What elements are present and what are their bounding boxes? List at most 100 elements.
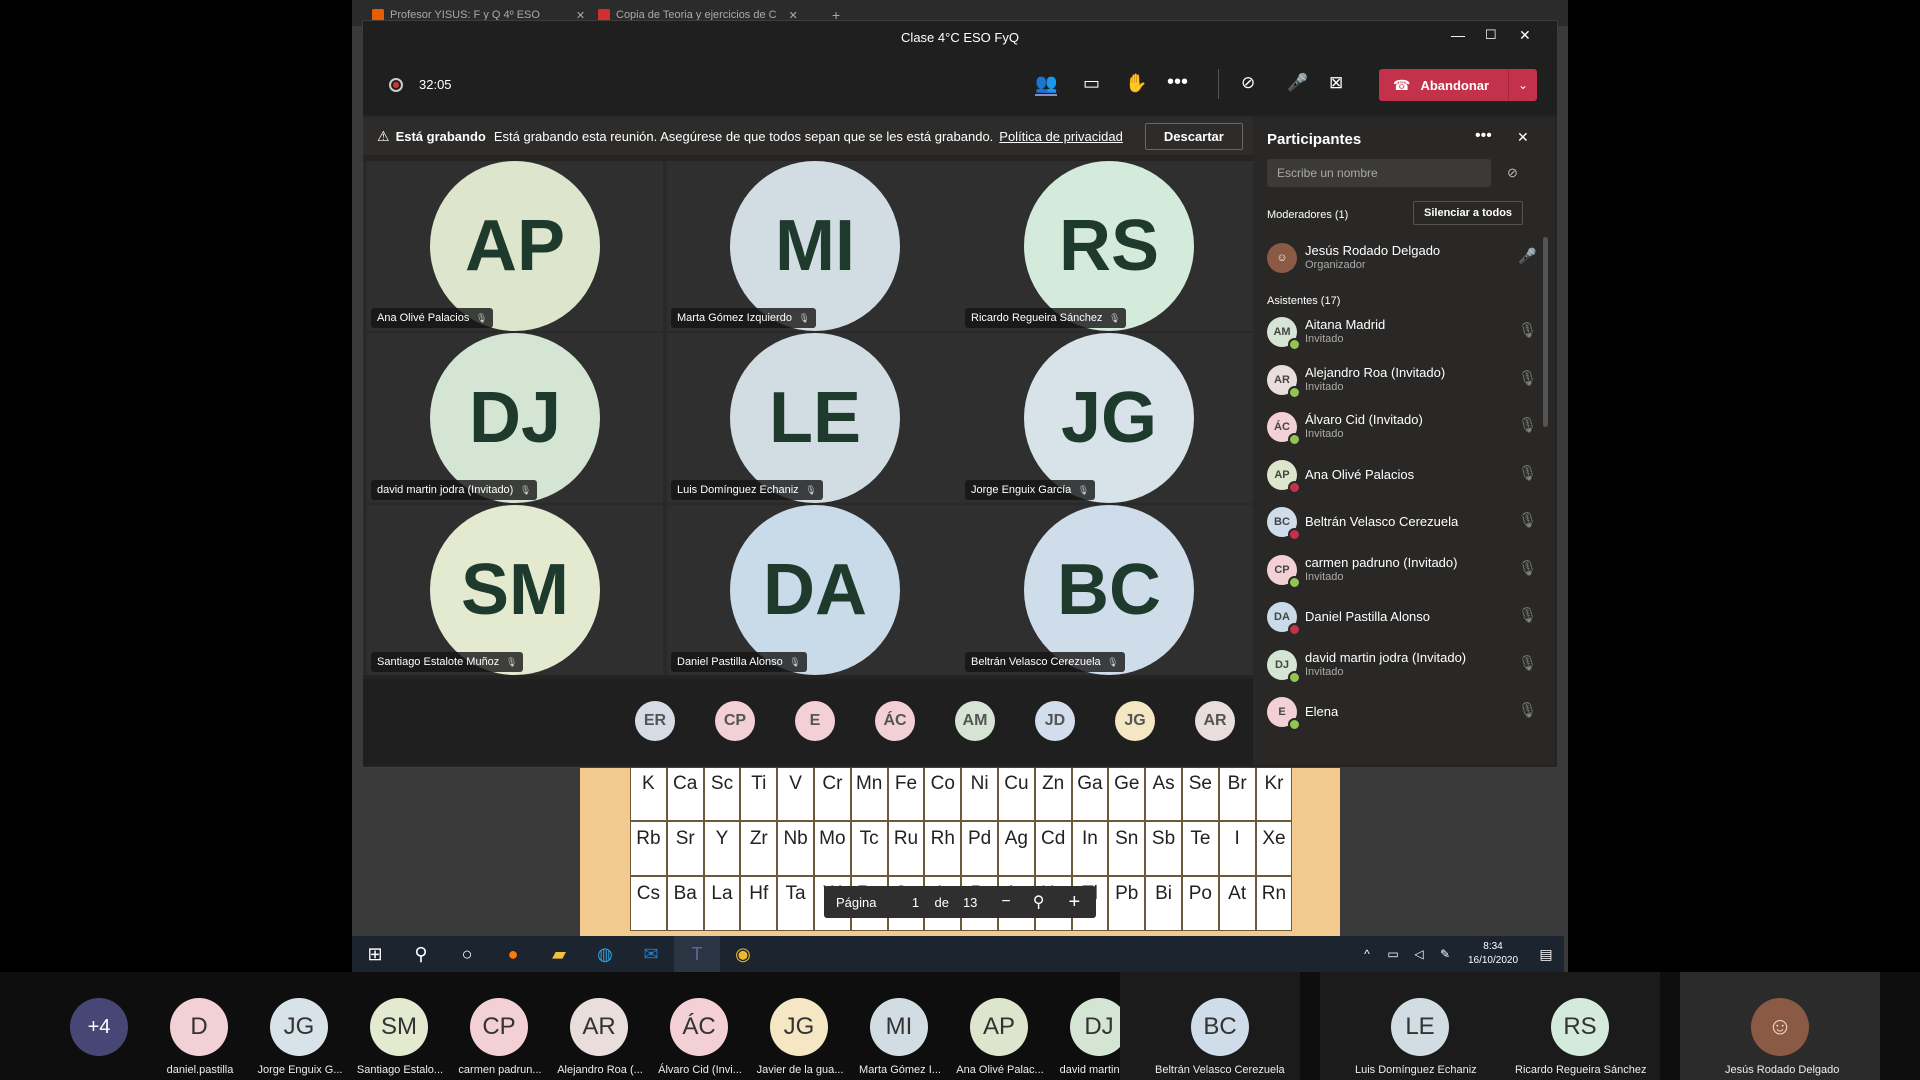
participant-name-tag: Jorge Enguix García 🎙 bbox=[965, 480, 1096, 500]
clock[interactable]: 8:34 16/10/2020 bbox=[1458, 940, 1528, 968]
element-cell: V bbox=[777, 766, 814, 821]
search-input[interactable]: Escribe un nombre bbox=[1267, 159, 1491, 187]
element-symbol: Ag bbox=[1004, 828, 1028, 849]
element-cell: Sb bbox=[1145, 821, 1182, 876]
muted-microphone-icon[interactable]: 🎙 bbox=[1518, 511, 1537, 529]
close-panel-icon[interactable]: ✕ bbox=[1517, 129, 1529, 146]
avatar[interactable]: JG bbox=[1115, 701, 1155, 741]
muted-microphone-icon: 🎙 bbox=[1075, 485, 1090, 495]
video-tile[interactable]: LE Luis Domínguez Echaniz 🎙 bbox=[667, 333, 963, 503]
avatar[interactable]: ÁC bbox=[875, 701, 915, 741]
page-total: 13 bbox=[962, 894, 978, 910]
pen-icon[interactable]: ✎ bbox=[1432, 936, 1458, 972]
muted-microphone-icon[interactable]: 🎙 bbox=[1518, 701, 1537, 719]
strip-participant[interactable]: LE Luis Domínguez Echaniz bbox=[1320, 972, 1500, 1080]
teams-icon[interactable]: T bbox=[674, 936, 720, 972]
microphone-icon[interactable]: 🎤 bbox=[1287, 73, 1308, 93]
share-screen-icon[interactable]: ⊠ bbox=[1329, 73, 1343, 93]
strip-participant[interactable]: ☺ Jesús Rodado Delgado bbox=[1680, 972, 1880, 1080]
page-label: Página bbox=[836, 894, 877, 910]
more-options-icon[interactable]: ••• bbox=[1475, 127, 1492, 145]
participant-row[interactable]: AR Alejandro Roa (Invitado) Invitado 🎙 bbox=[1267, 357, 1537, 403]
more-options-icon[interactable]: ••• bbox=[1167, 71, 1188, 94]
cortana-icon[interactable]: ○ bbox=[444, 936, 490, 972]
avatar[interactable]: JD bbox=[1035, 701, 1075, 741]
zoom-out-icon[interactable]: − bbox=[1001, 893, 1010, 911]
participant-name: Santiago Estalote Muñoz bbox=[377, 656, 500, 668]
participant-name: david martin jodra (Invitado) bbox=[377, 484, 514, 496]
participant-row[interactable]: ÁC Álvaro Cid (Invitado) Invitado 🎙 bbox=[1267, 404, 1537, 450]
participant-name-tag: Ricardo Regueira Sánchez 🎙 bbox=[965, 308, 1127, 328]
video-tile[interactable]: SM Santiago Estalote Muñoz 🎙 bbox=[367, 505, 663, 675]
mail-icon[interactable]: ✉ bbox=[628, 936, 674, 972]
element-cell: Sr bbox=[666, 821, 704, 876]
video-tile[interactable]: AP Ana Olivé Palacios 🎙 bbox=[367, 161, 663, 331]
search-icon[interactable]: ⚲ bbox=[398, 936, 444, 972]
attendees-header[interactable]: Asistentes (17) bbox=[1267, 295, 1340, 307]
video-tile[interactable]: MI Marta Gómez Izquierdo 🎙 bbox=[667, 161, 963, 331]
share-invite-icon[interactable]: ⊘ bbox=[1507, 165, 1518, 181]
participant-row[interactable]: AM Aitana Madrid Invitado 🎙 bbox=[1267, 309, 1537, 355]
muted-microphone-icon[interactable]: 🎙 bbox=[1518, 559, 1537, 577]
participant-row[interactable]: CP carmen padruno (Invitado) Invitado 🎙 bbox=[1267, 547, 1537, 593]
maximize-icon[interactable]: ☐ bbox=[1485, 27, 1497, 43]
muted-microphone-icon[interactable]: 🎙 bbox=[1518, 416, 1537, 434]
participant-name-tag: Santiago Estalote Muñoz 🎙 bbox=[371, 652, 524, 672]
chevron-down-icon[interactable]: ⌄ bbox=[1508, 69, 1537, 101]
participant-row[interactable]: AP Ana Olivé Palacios 🎙 bbox=[1267, 452, 1537, 498]
video-tile[interactable]: DA Daniel Pastilla Alonso 🎙 bbox=[667, 505, 963, 675]
profile-photo: ☺ bbox=[1751, 998, 1809, 1056]
muted-microphone-icon[interactable]: 🎙 bbox=[1518, 464, 1537, 482]
chevron-up-icon[interactable]: ^ bbox=[1354, 936, 1380, 972]
element-cell: Cu bbox=[997, 766, 1035, 821]
element-symbol: Kr bbox=[1264, 773, 1284, 794]
chat-icon[interactable]: ▭ bbox=[1083, 73, 1100, 94]
avatar[interactable]: CP bbox=[715, 701, 755, 741]
participant-row[interactable]: DA Daniel Pastilla Alonso 🎙 bbox=[1267, 594, 1537, 640]
moderators-header[interactable]: Moderadores (1) bbox=[1267, 209, 1348, 221]
zoom-in-icon[interactable]: + bbox=[1068, 891, 1080, 914]
muted-microphone-icon[interactable]: 🎙 bbox=[1518, 606, 1537, 624]
participant-row[interactable]: BC Beltrán Velasco Cerezuela 🎙 bbox=[1267, 499, 1537, 545]
video-tile[interactable]: JG Jorge Enguix García 🎙 bbox=[961, 333, 1257, 503]
element-symbol: At bbox=[1228, 883, 1247, 904]
network-icon[interactable]: ▭ bbox=[1380, 936, 1406, 972]
participant-row[interactable]: ☺ Jesús Rodado Delgado Organizador 🎤 bbox=[1267, 235, 1537, 281]
video-tile[interactable]: BC Beltrán Velasco Cerezuela 🎙 bbox=[961, 505, 1257, 675]
file-explorer-icon[interactable]: ▰ bbox=[536, 936, 582, 972]
video-tile[interactable]: DJ david martin jodra (Invitado) 🎙 bbox=[367, 333, 663, 503]
mute-all-button[interactable]: Silenciar a todos bbox=[1413, 201, 1524, 225]
avatar[interactable]: AM bbox=[955, 701, 995, 741]
raise-hand-icon[interactable]: ✋ bbox=[1125, 73, 1147, 94]
windows-start-icon[interactable]: ⊞ bbox=[352, 936, 398, 972]
avatar: DJ bbox=[430, 333, 600, 503]
avatar[interactable]: AR bbox=[1195, 701, 1235, 741]
muted-microphone-icon[interactable]: 🎙 bbox=[1518, 321, 1537, 339]
edge-icon[interactable]: ◍ bbox=[582, 936, 628, 972]
leave-button[interactable]: ☎ Abandonar ⌄ bbox=[1379, 69, 1537, 101]
dismiss-button[interactable]: Descartar bbox=[1144, 122, 1243, 150]
avatar[interactable]: E bbox=[795, 701, 835, 741]
page-input[interactable]: 1 bbox=[900, 895, 930, 910]
zoom-icon[interactable]: ⚲ bbox=[1033, 892, 1045, 912]
notifications-icon[interactable]: ▤ bbox=[1528, 936, 1564, 972]
privacy-link[interactable]: Política de privacidad bbox=[999, 129, 1123, 144]
chrome-icon[interactable]: ◉ bbox=[720, 936, 766, 972]
volume-icon[interactable]: ◁ bbox=[1406, 936, 1432, 972]
avatar[interactable]: ER bbox=[635, 701, 675, 741]
muted-microphone-icon[interactable]: 🎙 bbox=[1518, 654, 1537, 672]
call-controls: 32:05 👥 ▭ ✋ ••• ⊘ 🎤 ⊠ ☎ Abandonar ⌄ bbox=[363, 55, 1557, 115]
participant-name-tag: Beltrán Velasco Cerezuela 🎙 bbox=[965, 652, 1125, 672]
video-tile[interactable]: RS Ricardo Regueira Sánchez 🎙 bbox=[961, 161, 1257, 331]
strip-participant[interactable]: BC Beltrán Velasco Cerezuela bbox=[1120, 972, 1300, 1080]
strip-participant[interactable]: RS Ricardo Regueira Sánchez bbox=[1480, 972, 1660, 1080]
scrollbar[interactable] bbox=[1543, 237, 1548, 427]
participant-row[interactable]: E Elena 🎙 bbox=[1267, 689, 1537, 735]
muted-microphone-icon[interactable]: 🎙 bbox=[1518, 369, 1537, 387]
participants-icon[interactable]: 👥 bbox=[1035, 73, 1058, 96]
camera-off-icon[interactable]: ⊘ bbox=[1241, 73, 1255, 93]
close-window-icon[interactable]: ✕ bbox=[1519, 27, 1531, 44]
firefox-icon[interactable]: ● bbox=[490, 936, 536, 972]
participant-row[interactable]: DJ david martin jodra (Invitado) Invitado 🎙 bbox=[1267, 642, 1537, 688]
minimize-icon[interactable]: — bbox=[1451, 27, 1465, 43]
